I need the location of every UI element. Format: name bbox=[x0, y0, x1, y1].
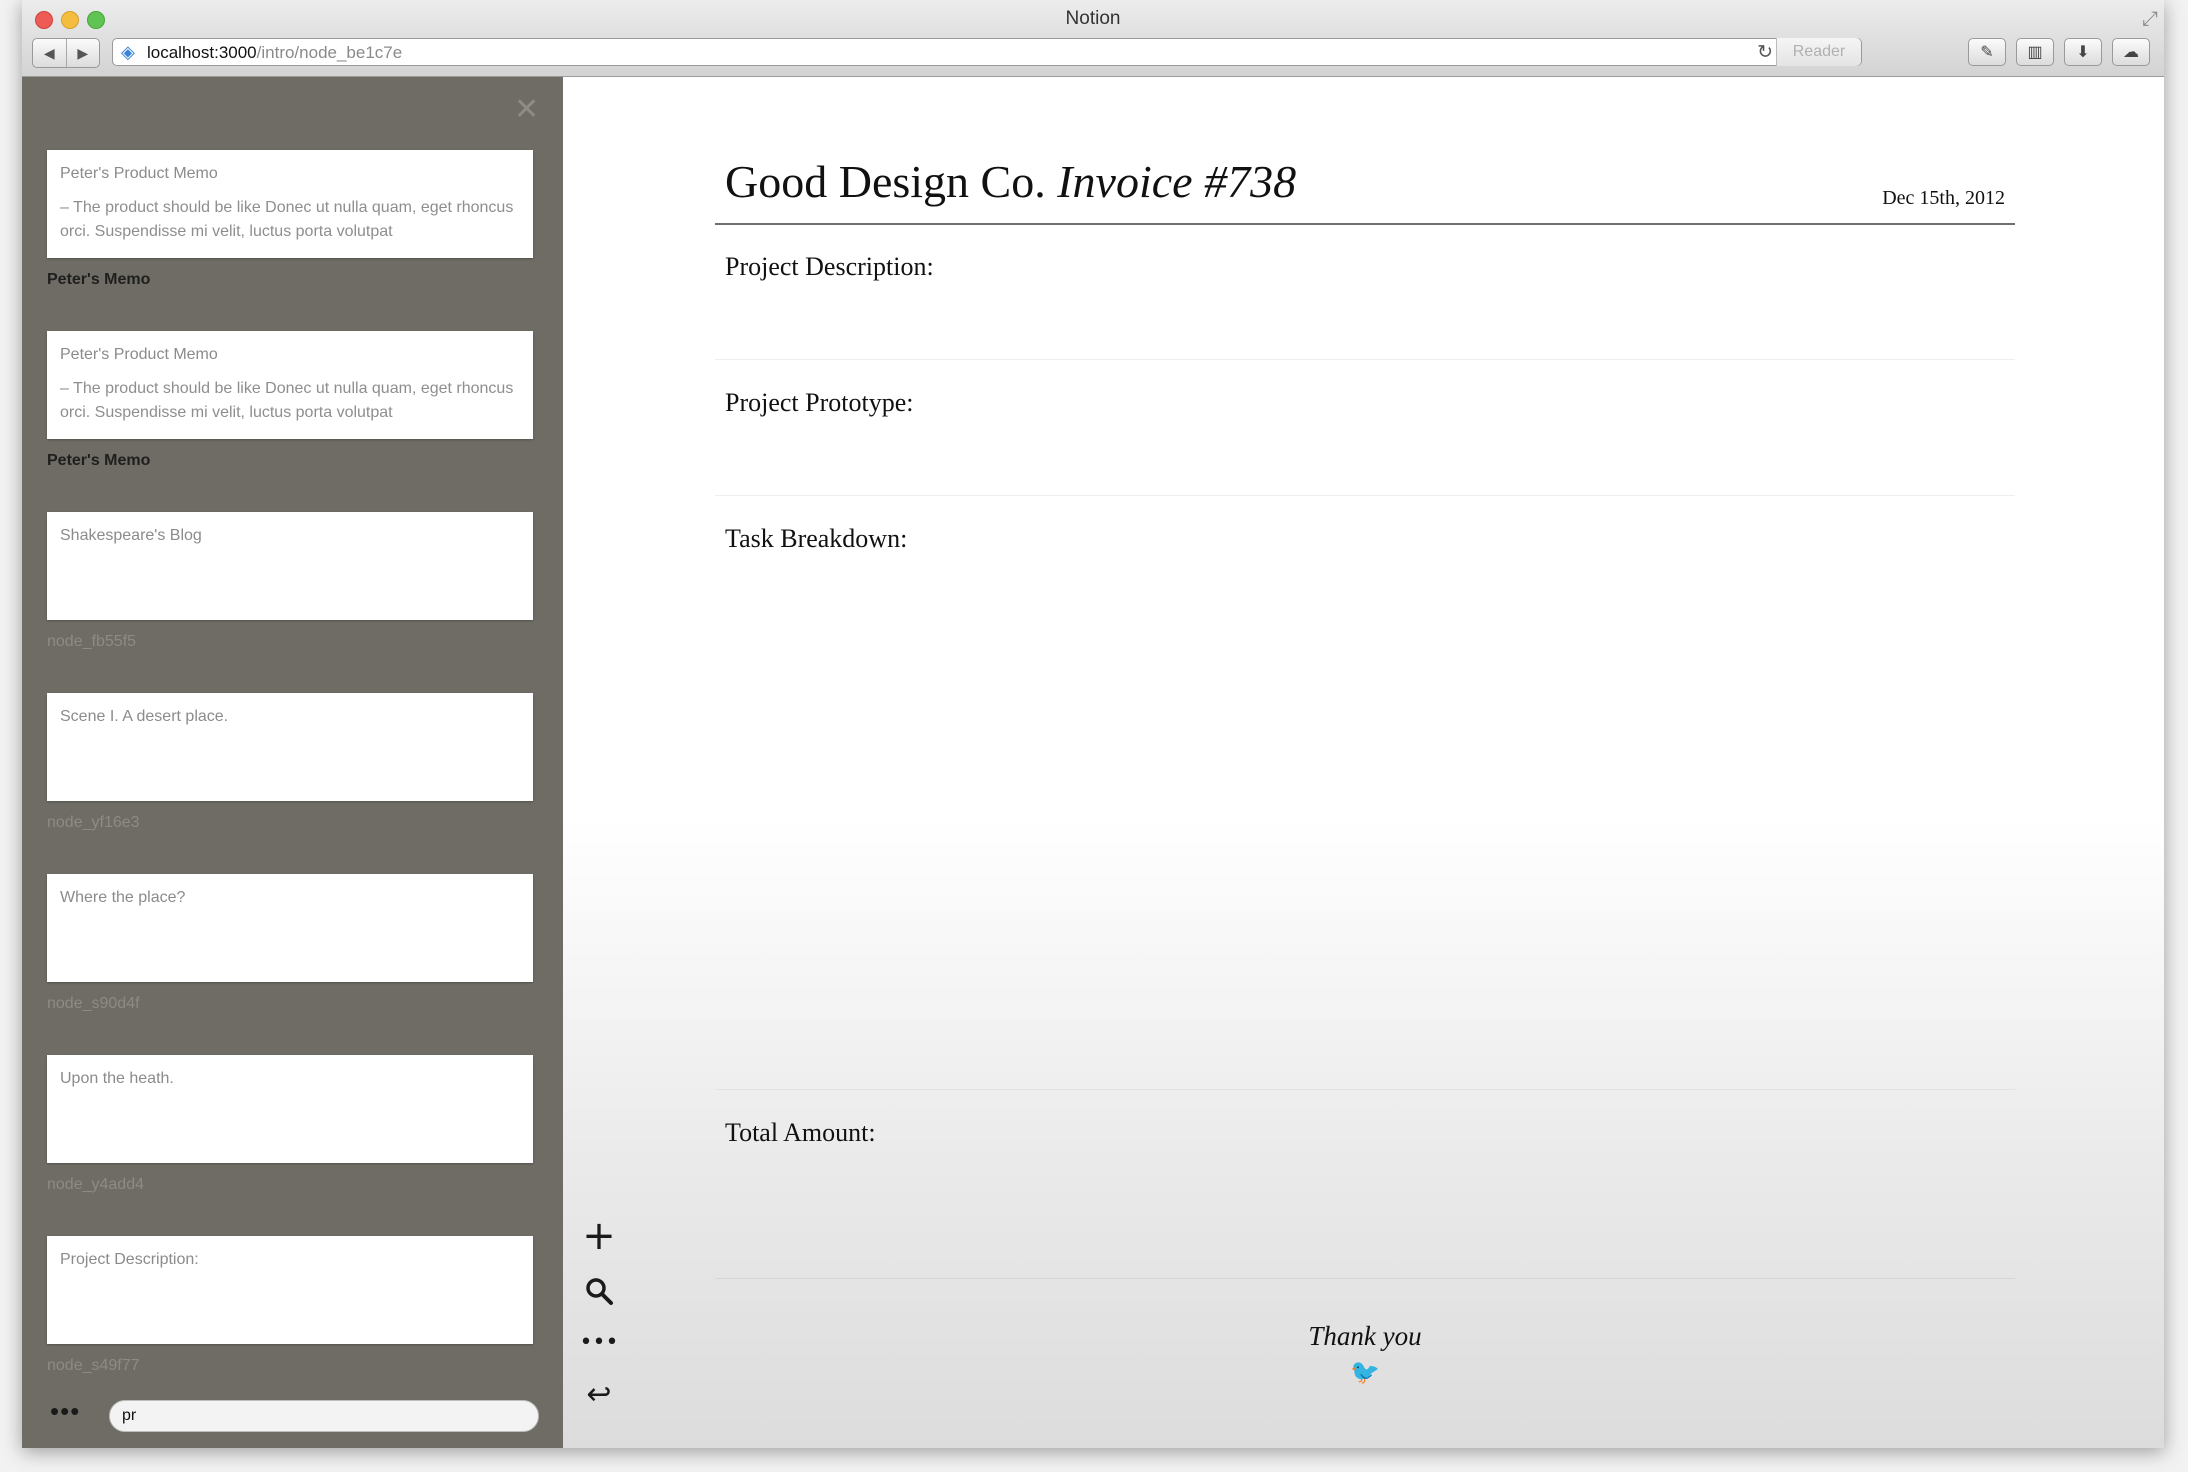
divider bbox=[715, 359, 2015, 360]
address-bar[interactable]: ◈ localhost:3000/intro/node_be1c7e ↻ Rea… bbox=[112, 38, 1862, 66]
section-total-amount[interactable]: Total Amount: bbox=[725, 1118, 876, 1148]
list-item[interactable]: Peter's Product Memo – The product shoul… bbox=[47, 150, 533, 289]
bookmarks-button[interactable]: ▥ bbox=[2016, 38, 2054, 66]
window-title: Notion bbox=[1065, 8, 1121, 29]
forward-button[interactable]: ▶ bbox=[65, 39, 100, 67]
main-content: Good Design Co. Invoice #738 Dec 15th, 2… bbox=[563, 77, 2164, 1448]
bird-icon: 🐦 bbox=[1350, 1360, 1380, 1386]
invoice-date[interactable]: Dec 15th, 2012 bbox=[1882, 187, 2005, 210]
download-icon: ⬇ bbox=[2076, 44, 2090, 61]
back-button[interactable]: ◀ bbox=[33, 39, 66, 67]
divider bbox=[715, 495, 2015, 496]
section-task-breakdown[interactable]: Task Breakdown: bbox=[725, 524, 907, 554]
node-card[interactable]: Peter's Product Memo – The product shoul… bbox=[47, 150, 533, 258]
list-item[interactable]: Where the place? node_s90d4f bbox=[47, 874, 533, 1013]
url-host: localhost:3000 bbox=[147, 43, 257, 62]
node-label: node_s90d4f bbox=[47, 995, 140, 1012]
divider bbox=[715, 223, 2015, 225]
company-name: Good Design Co. bbox=[725, 156, 1046, 207]
node-title: Peter's Product Memo bbox=[60, 165, 218, 182]
divider bbox=[715, 1278, 2015, 1279]
list-item[interactable]: Project Description: node_s49f77 bbox=[47, 1236, 533, 1375]
node-label: node_y4add4 bbox=[47, 1176, 144, 1193]
sidebar-footer: ••• bbox=[22, 1388, 563, 1448]
node-card[interactable]: Where the place? bbox=[47, 874, 533, 982]
reader-button[interactable]: Reader bbox=[1776, 38, 1861, 66]
nav-buttons: ◀ ▶ bbox=[32, 38, 100, 68]
cloud-icon: ☁ bbox=[2123, 44, 2139, 61]
section-project-description[interactable]: Project Description: bbox=[725, 252, 934, 282]
sidebar: ✕ Peter's Product Memo – The product sho… bbox=[22, 77, 563, 1448]
node-card[interactable]: Project Description: bbox=[47, 1236, 533, 1344]
url-text: localhost:3000/intro/node_be1c7e bbox=[147, 43, 402, 63]
downloads-button[interactable]: ⬇ bbox=[2064, 38, 2102, 66]
tools-button[interactable]: ✎ bbox=[1968, 38, 2006, 66]
list-item[interactable]: Peter's Product Memo – The product shoul… bbox=[47, 331, 533, 470]
titlebar: Notion ⤢ ◀ ▶ ◈ localhost:3000/intro/node… bbox=[22, 0, 2164, 77]
node-title: Shakespeare's Blog bbox=[60, 527, 202, 544]
node-label: node_s49f77 bbox=[47, 1357, 140, 1374]
reload-icon[interactable]: ↻ bbox=[1757, 41, 1773, 64]
search-input[interactable] bbox=[109, 1400, 539, 1432]
list-item[interactable]: Shakespeare's Blog node_fb55f5 bbox=[47, 512, 533, 651]
url-path: /intro/node_be1c7e bbox=[256, 43, 403, 62]
node-label: Peter's Memo bbox=[47, 271, 151, 288]
more-icon[interactable]: ••• bbox=[579, 1330, 619, 1355]
section-project-prototype[interactable]: Project Prototype: bbox=[725, 388, 913, 418]
browser-window: Notion ⤢ ◀ ▶ ◈ localhost:3000/intro/node… bbox=[22, 0, 2164, 1448]
node-title: Where the place? bbox=[60, 889, 186, 906]
invoice-number: Invoice #738 bbox=[1057, 156, 1297, 207]
node-card[interactable]: Shakespeare's Blog bbox=[47, 512, 533, 620]
reply-icon[interactable]: ↩ bbox=[579, 1377, 619, 1412]
book-icon: ▥ bbox=[2027, 44, 2043, 61]
node-card[interactable]: Scene I. A desert place. bbox=[47, 693, 533, 801]
node-card[interactable]: Upon the heath. bbox=[47, 1055, 533, 1163]
plus-icon[interactable]: + bbox=[579, 1213, 619, 1259]
node-label: Peter's Memo bbox=[47, 452, 151, 469]
fullscreen-icon[interactable]: ⤢ bbox=[2142, 8, 2158, 31]
more-icon[interactable]: ••• bbox=[50, 1396, 80, 1427]
close-icon[interactable]: ✕ bbox=[514, 95, 539, 125]
page-title[interactable]: Good Design Co. Invoice #738 bbox=[725, 155, 1296, 208]
cloud-button[interactable]: ☁ bbox=[2112, 38, 2150, 66]
search-icon[interactable] bbox=[579, 1276, 619, 1313]
node-label: node_yf16e3 bbox=[47, 814, 140, 831]
node-body: – The product should be like Donec ut nu… bbox=[60, 199, 514, 240]
node-card[interactable]: Peter's Product Memo – The product shoul… bbox=[47, 331, 533, 439]
site-icon: ◈ bbox=[121, 42, 135, 62]
divider bbox=[715, 1089, 2015, 1090]
search-icon-graphic bbox=[586, 1278, 613, 1305]
node-title: Scene I. A desert place. bbox=[60, 708, 229, 725]
closing-text: Thank you bbox=[1308, 1321, 1422, 1351]
wrench-icon: ✎ bbox=[1980, 44, 1994, 61]
node-title: Peter's Product Memo bbox=[60, 346, 218, 363]
node-body: – The product should be like Donec ut nu… bbox=[60, 380, 514, 421]
node-label: node_fb55f5 bbox=[47, 633, 136, 650]
list-item[interactable]: Upon the heath. node_y4add4 bbox=[47, 1055, 533, 1194]
list-item[interactable]: Scene I. A desert place. node_yf16e3 bbox=[47, 693, 533, 832]
node-title: Upon the heath. bbox=[60, 1070, 174, 1087]
node-title: Project Description: bbox=[60, 1251, 199, 1268]
